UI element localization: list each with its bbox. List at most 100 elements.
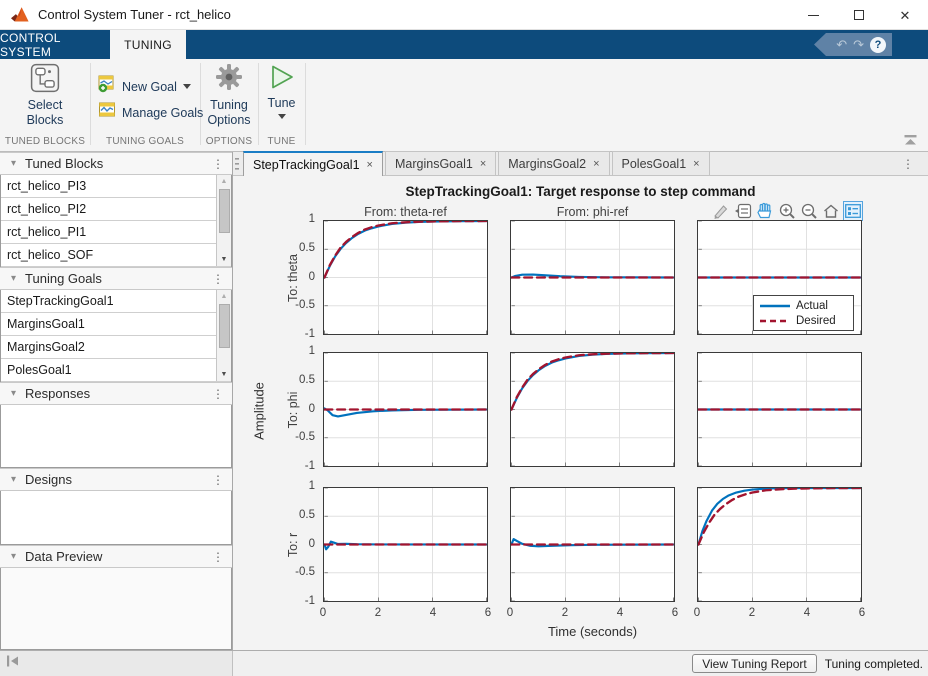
- data-preview-empty-area: [0, 568, 232, 650]
- collapse-ribbon-icon[interactable]: [903, 133, 918, 151]
- scroll-up-icon[interactable]: ▲: [217, 290, 231, 303]
- zoom-out-icon[interactable]: [799, 201, 819, 221]
- step-response-figure: StepTrackingGoal1: Target response to st…: [233, 176, 928, 650]
- tab-close-icon[interactable]: ×: [367, 159, 373, 171]
- home-restore-view-icon[interactable]: [821, 201, 841, 221]
- maximize-button[interactable]: [836, 0, 882, 30]
- legend-toggle-icon[interactable]: [843, 201, 863, 221]
- scrollbar[interactable]: ▲ ▼: [216, 175, 231, 266]
- column-title-theta-ref: From: theta-ref: [323, 205, 488, 219]
- x-tick-label: 6: [665, 607, 685, 619]
- tab-close-icon[interactable]: ×: [693, 158, 699, 170]
- panel-title: Designs: [25, 472, 72, 487]
- kebab-menu-icon[interactable]: ⋮: [212, 551, 224, 563]
- panel-title: Responses: [25, 386, 90, 401]
- select-blocks-button[interactable]: Select Blocks: [6, 63, 84, 133]
- redo-icon[interactable]: ↷: [853, 38, 864, 51]
- tuning-options-button[interactable]: Tuning Options: [203, 63, 255, 133]
- section-label-tuned-blocks: TUNED BLOCKS: [0, 136, 90, 147]
- tuning-options-label-line1: Tuning: [210, 98, 248, 112]
- collapse-sidebar-icon[interactable]: [5, 653, 21, 674]
- select-blocks-label-line1: Select: [28, 98, 63, 112]
- list-item[interactable]: MarginsGoal1: [1, 313, 231, 336]
- plot-legend[interactable]: Actual Desired: [753, 295, 854, 331]
- kebab-menu-icon[interactable]: ⋮: [212, 158, 224, 170]
- x-tick-label: 4: [797, 607, 817, 619]
- collapse-triangle-icon: ▾: [11, 551, 16, 562]
- y-tick-label: -1: [269, 328, 315, 340]
- view-tuning-report-button[interactable]: View Tuning Report: [692, 654, 817, 673]
- tab-close-icon[interactable]: ×: [593, 158, 599, 170]
- doc-tab-marginsgoal2[interactable]: MarginsGoal2 ×: [498, 151, 609, 175]
- pan-icon[interactable]: [755, 201, 775, 221]
- subplot-r2c1[interactable]: [323, 352, 488, 467]
- scroll-up-icon[interactable]: ▲: [217, 175, 231, 188]
- subplot-r3c3[interactable]: [697, 487, 862, 602]
- status-bar: View Tuning Report Tuning completed.: [0, 650, 928, 676]
- minimize-button[interactable]: [790, 0, 836, 30]
- new-goal-dropdown-icon: [183, 84, 191, 89]
- legend-label: Desired: [796, 315, 836, 327]
- list-item[interactable]: rct_helico_PI1: [1, 221, 231, 244]
- list-item[interactable]: StepTrackingGoal1: [1, 290, 231, 313]
- new-goal-button[interactable]: New Goal: [98, 76, 191, 97]
- subplot-r1c2[interactable]: [510, 220, 675, 335]
- y-axis-label: Amplitude: [252, 382, 267, 440]
- kebab-menu-icon[interactable]: ⋮: [212, 273, 224, 285]
- list-item[interactable]: rct_helico_SOF: [1, 244, 231, 267]
- panel-header-tuned-blocks[interactable]: ▾ Tuned Blocks ⋮: [0, 152, 232, 175]
- legend-label: Actual: [796, 300, 828, 312]
- y-tick-label: 0: [269, 271, 315, 283]
- tab-tuning[interactable]: TUNING: [110, 30, 186, 59]
- subplot-r1c1[interactable]: [323, 220, 488, 335]
- new-goal-label: New Goal: [122, 80, 177, 94]
- doc-tab-steptrackinggoal1[interactable]: StepTrackingGoal1 ×: [243, 151, 383, 176]
- tune-button[interactable]: Tune: [260, 63, 303, 133]
- splitter-grip-icon[interactable]: [235, 157, 240, 177]
- list-item[interactable]: MarginsGoal2: [1, 336, 231, 359]
- subplot-r3c1[interactable]: [323, 487, 488, 602]
- scrollbar-thumb[interactable]: [219, 304, 230, 348]
- tab-control-system[interactable]: CONTROL SYSTEM: [0, 30, 110, 59]
- zoom-in-icon[interactable]: [777, 201, 797, 221]
- scroll-down-icon[interactable]: ▼: [217, 368, 231, 381]
- doc-tab-label: StepTrackingGoal1: [253, 158, 360, 172]
- panel-header-data-preview[interactable]: ▾ Data Preview ⋮: [0, 545, 232, 568]
- scroll-down-icon[interactable]: ▼: [217, 253, 231, 266]
- legend-entry-desired: Desired: [759, 315, 848, 327]
- y-tick-label: -0.5: [269, 299, 315, 311]
- tab-bar-kebab-icon[interactable]: ⋮: [902, 158, 914, 170]
- tuning-options-label-line2: Options: [207, 113, 250, 127]
- new-goal-icon: [98, 75, 116, 98]
- undo-icon[interactable]: ↶: [836, 38, 847, 51]
- collapse-triangle-icon: ▾: [11, 273, 16, 284]
- y-tick-label: -0.5: [269, 431, 315, 443]
- list-item[interactable]: rct_helico_PI3: [1, 175, 231, 198]
- maximize-icon: [854, 10, 864, 20]
- document-tab-bar: StepTrackingGoal1 × MarginsGoal1 × Margi…: [233, 152, 928, 176]
- control-system-tuner-window: Control System Tuner - rct_helico ✕ CONT…: [0, 0, 928, 676]
- doc-tab-polesgoal1[interactable]: PolesGoal1 ×: [612, 151, 710, 175]
- tab-close-icon[interactable]: ×: [480, 158, 486, 170]
- doc-tab-marginsgoal1[interactable]: MarginsGoal1 ×: [385, 151, 496, 175]
- kebab-menu-icon[interactable]: ⋮: [212, 388, 224, 400]
- panel-header-tuning-goals[interactable]: ▾ Tuning Goals ⋮: [0, 267, 232, 290]
- scrollbar-thumb[interactable]: [219, 189, 230, 233]
- kebab-menu-icon[interactable]: ⋮: [212, 474, 224, 486]
- close-button[interactable]: ✕: [882, 0, 928, 30]
- scrollbar[interactable]: ▲ ▼: [216, 290, 231, 381]
- panel-header-designs[interactable]: ▾ Designs ⋮: [0, 468, 232, 491]
- manage-goals-button[interactable]: Manage Goals: [98, 102, 203, 123]
- subplot-r3c2[interactable]: [510, 487, 675, 602]
- list-item[interactable]: rct_helico_PI2: [1, 198, 231, 221]
- edit-plot-icon[interactable]: [711, 201, 731, 221]
- collapse-triangle-icon: ▾: [11, 474, 16, 485]
- subplot-r2c3[interactable]: [697, 352, 862, 467]
- datatip-icon[interactable]: [733, 201, 753, 221]
- subplot-r2c2[interactable]: [510, 352, 675, 467]
- manage-goals-label: Manage Goals: [122, 106, 203, 120]
- panel-header-responses[interactable]: ▾ Responses ⋮: [0, 382, 232, 405]
- list-item[interactable]: PolesGoal1: [1, 359, 231, 382]
- y-tick-label: 1: [269, 480, 315, 492]
- help-button[interactable]: ?: [870, 37, 886, 53]
